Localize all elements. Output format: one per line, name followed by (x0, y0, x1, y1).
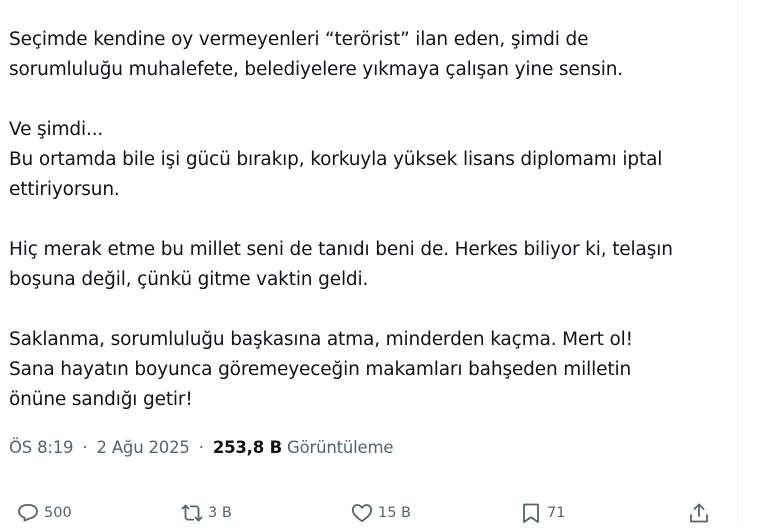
views-count: 253,8 B (212, 438, 282, 457)
meta-separator: · (198, 438, 204, 457)
tweet-detail: Seçimde kendine oy vermeyenleri “teröris… (0, 0, 737, 526)
tweet-date-link[interactable]: 2 Ağu 2025 (97, 438, 190, 457)
heart-icon (351, 504, 373, 523)
tweet-text-line: sorumluluğu muhalefete, belediyelere yık… (9, 59, 624, 80)
like-count: 15 B (378, 505, 412, 521)
tweet-paragraph: Ve şimdi... Bu ortamda bile işi gücü bır… (9, 115, 724, 205)
share-icon (690, 503, 708, 523)
tweet-paragraph: Saklanma, sorumluluğu başkasına atma, mi… (9, 325, 724, 415)
repost-count: 3 B (208, 505, 232, 521)
column-divider (737, 0, 738, 526)
bookmark-count: 71 (547, 505, 566, 521)
tweet-text-line: önüne sandığı getir! (9, 389, 193, 410)
bookmark-button[interactable]: 71 (519, 498, 565, 528)
repost-button[interactable]: 3 B (180, 498, 232, 528)
tweet-text-line: Saklanma, sorumluluğu başkasına atma, mi… (9, 329, 633, 350)
views-label: Görüntüleme (287, 438, 394, 457)
tweet-meta: ÖS 8:19 · 2 Ağu 2025 · 253,8 B Görüntüle… (9, 436, 393, 460)
tweet-text-line: Hiç merak etme bu millet seni de tanıdı … (9, 239, 673, 260)
tweet-paragraph: Seçimde kendine oy vermeyenleri “teröris… (9, 25, 724, 85)
tweet-text-line: Sana hayatın boyunca göremeyeceğin makam… (9, 359, 632, 380)
share-button[interactable] (687, 498, 711, 528)
meta-separator: · (82, 438, 88, 457)
tweet-paragraph: Hiç merak etme bu millet seni de tanıdı … (9, 235, 724, 295)
tweet-time-link[interactable]: ÖS 8:19 (9, 438, 74, 457)
repost-icon (181, 504, 203, 522)
reply-icon (18, 504, 38, 522)
tweet-text: Seçimde kendine oy vermeyenleri “teröris… (9, 25, 724, 415)
tweet-actions: 500 3 B 15 B 71 (0, 498, 737, 528)
reply-count: 500 (44, 505, 72, 521)
tweet-text-line: Ve şimdi... (9, 119, 104, 140)
bookmark-icon (523, 503, 539, 523)
reply-button[interactable]: 500 (16, 498, 72, 528)
tweet-text-line: Seçimde kendine oy vermeyenleri “teröris… (9, 29, 589, 50)
tweet-text-line: Bu ortamda bile işi gücü bırakıp, korkuy… (9, 149, 663, 170)
tweet-text-line: boşuna değil, çünkü gitme vaktin geldi. (9, 269, 369, 290)
tweet-text-line: ettiriyorsun. (9, 179, 120, 200)
like-button[interactable]: 15 B (350, 498, 411, 528)
